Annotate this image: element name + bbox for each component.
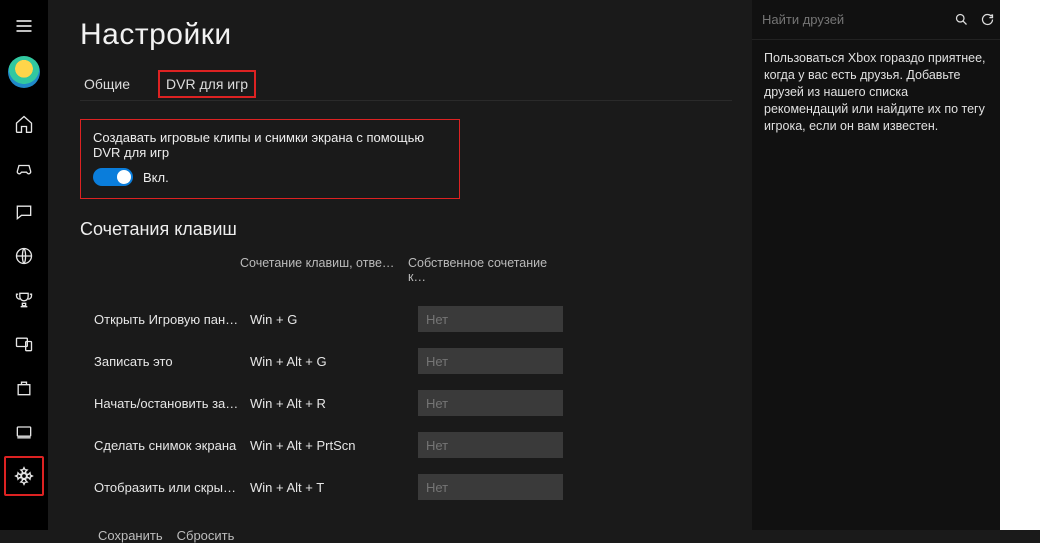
chat-icon[interactable] <box>4 192 44 232</box>
dvr-toggle-row: Вкл. <box>93 168 447 186</box>
nav-sidebar <box>0 0 48 530</box>
dvr-toggle-section: Создавать игровые клипы и снимки экрана … <box>80 119 460 199</box>
trophy-icon[interactable] <box>4 280 44 320</box>
tab-general[interactable]: Общие <box>80 74 134 94</box>
shortcut-row: Записать это Win + Alt + G <box>80 340 732 382</box>
refresh-icon[interactable] <box>974 0 1000 40</box>
shortcut-default: Win + Alt + T <box>250 480 408 495</box>
shortcut-row: Сделать снимок экрана Win + Alt + PrtScn <box>80 424 732 466</box>
col-default-shortcut: Сочетание клавиш, отве… <box>240 256 398 284</box>
reset-button[interactable]: Сбросить <box>177 528 235 543</box>
dvr-toggle-label: Вкл. <box>143 170 169 185</box>
tabs-row: Общие DVR для игр <box>80 74 732 101</box>
friends-panel: Пользоваться Xbox гораздо приятнее, когд… <box>752 0 1000 530</box>
page-title: Настройки <box>80 18 732 52</box>
dvr-description: Создавать игровые клипы и снимки экрана … <box>93 130 447 160</box>
shortcut-custom-input[interactable] <box>418 348 563 374</box>
devices-icon[interactable] <box>4 324 44 364</box>
connect-icon[interactable] <box>4 412 44 452</box>
shortcut-row: Открыть Игровую пан… Win + G <box>80 298 732 340</box>
home-icon[interactable] <box>4 104 44 144</box>
shortcut-default: Win + G <box>250 312 408 327</box>
shortcut-default: Win + Alt + G <box>250 354 408 369</box>
toggle-knob <box>117 170 131 184</box>
friends-search-row <box>752 0 1000 40</box>
store-icon[interactable] <box>4 368 44 408</box>
main-content: Настройки Общие DVR для игр Создавать иг… <box>48 0 752 530</box>
search-icon[interactable] <box>948 0 974 40</box>
save-button[interactable]: Сохранить <box>98 528 163 543</box>
shortcuts-header: Сочетание клавиш, отве… Собственное соче… <box>80 256 732 284</box>
shortcut-default: Win + Alt + R <box>250 396 408 411</box>
settings-icon[interactable] <box>4 456 44 496</box>
shortcut-custom-input[interactable] <box>418 306 563 332</box>
shortcut-custom-input[interactable] <box>418 432 563 458</box>
avatar[interactable] <box>8 56 40 88</box>
tab-dvr[interactable]: DVR для игр <box>162 74 252 94</box>
shortcut-default: Win + Alt + PrtScn <box>250 438 408 453</box>
shortcut-name: Открыть Игровую пан… <box>94 312 240 327</box>
page-edge <box>1000 0 1040 530</box>
shortcut-row: Отобразить или скрыт… Win + Alt + T <box>80 466 732 508</box>
shortcut-custom-input[interactable] <box>418 390 563 416</box>
col-custom-shortcut: Собственное сочетание к… <box>408 256 553 284</box>
hamburger-icon[interactable] <box>4 6 44 46</box>
dvr-toggle[interactable] <box>93 168 133 186</box>
controller-icon[interactable] <box>4 148 44 188</box>
shortcut-name: Записать это <box>94 354 240 369</box>
friends-search-input[interactable] <box>752 12 948 27</box>
shortcut-row: Начать/остановить зап… Win + Alt + R <box>80 382 732 424</box>
friends-empty-text: Пользоваться Xbox гораздо приятнее, когд… <box>752 40 1000 144</box>
shortcut-name: Отобразить или скрыт… <box>94 480 240 495</box>
globe-icon[interactable] <box>4 236 44 276</box>
shortcut-custom-input[interactable] <box>418 474 563 500</box>
shortcuts-title: Сочетания клавиш <box>80 219 732 240</box>
shortcut-name: Сделать снимок экрана <box>94 438 240 453</box>
shortcut-name: Начать/остановить зап… <box>94 396 240 411</box>
footer-buttons: Сохранить Сбросить <box>80 528 732 543</box>
